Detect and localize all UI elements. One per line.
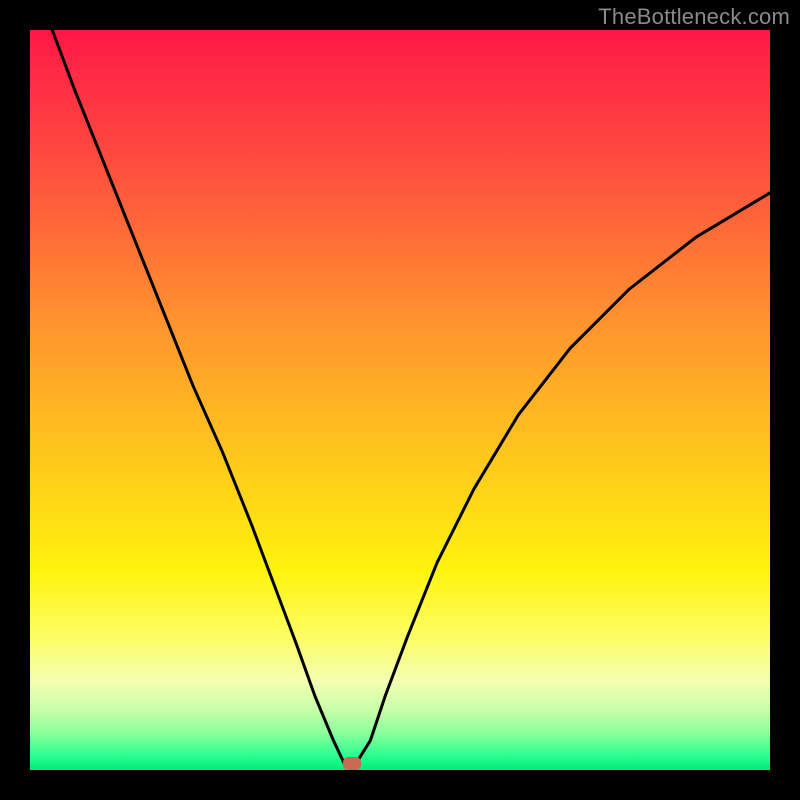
bottleneck-curve: [30, 30, 770, 770]
watermark-text: TheBottleneck.com: [598, 4, 790, 30]
chart-frame: TheBottleneck.com: [0, 0, 800, 800]
minimum-marker: [343, 757, 361, 770]
